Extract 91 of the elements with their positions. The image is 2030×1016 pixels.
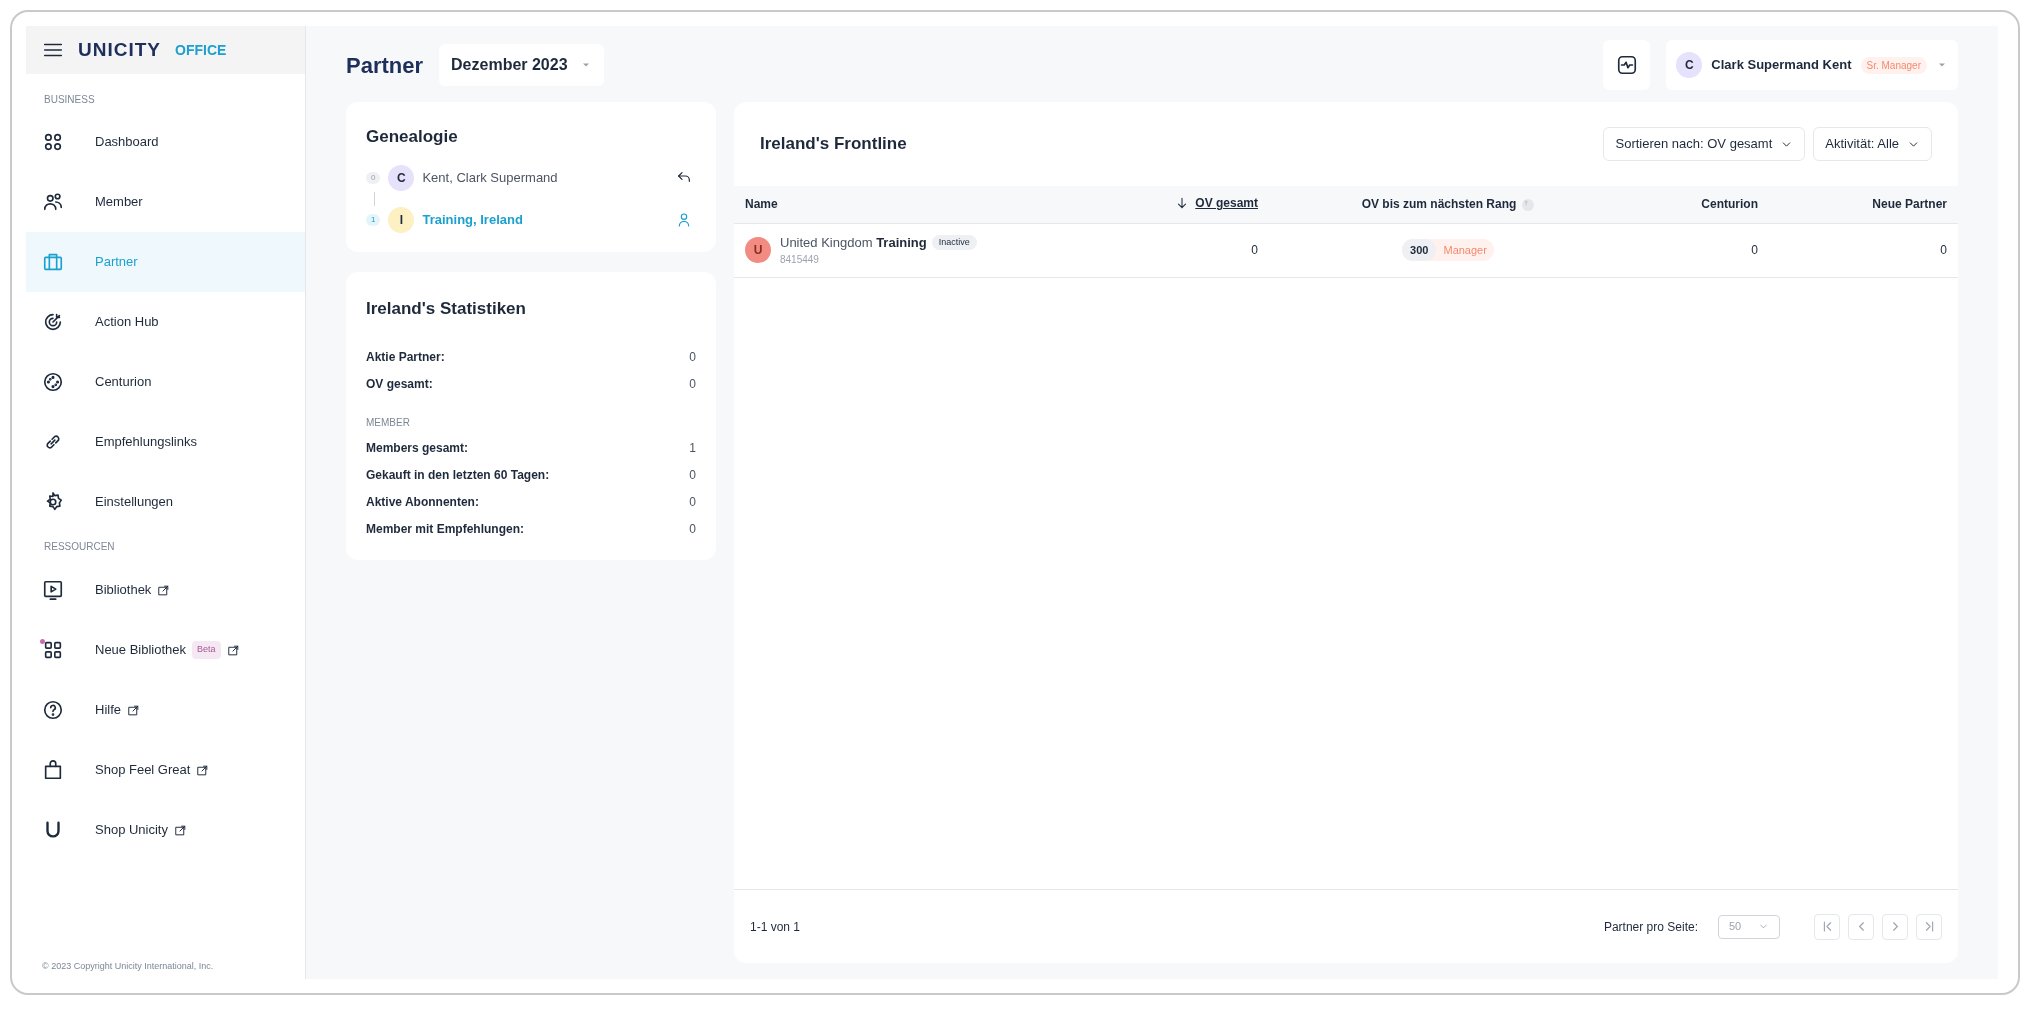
sidebar-item[interactable]: Action Hub bbox=[26, 292, 305, 352]
page-title: Partner bbox=[346, 51, 424, 80]
sidebar-item[interactable]: Centurion bbox=[26, 352, 305, 412]
activity-icon bbox=[1615, 54, 1638, 76]
table-cell: 0 bbox=[1638, 223, 1758, 277]
partner-name[interactable]: United Kingdom Training bbox=[780, 232, 927, 253]
activity-filter[interactable]: Aktivität: Alle bbox=[1813, 127, 1932, 161]
person-avatar: C bbox=[388, 164, 415, 191]
stat-value: 0 bbox=[689, 493, 696, 511]
item-label: Partner bbox=[95, 253, 138, 272]
item-label: Neue Bibliothek bbox=[95, 641, 187, 660]
stat-value: 0 bbox=[689, 520, 696, 538]
beta-badge: Beta bbox=[192, 641, 221, 659]
stat-label: Members gesamt: bbox=[366, 439, 469, 457]
last-page-button[interactable] bbox=[1916, 913, 1942, 940]
card-title: Genealogie bbox=[366, 126, 459, 148]
person-name[interactable]: Kent, Clark Supermand bbox=[422, 167, 668, 188]
next-page-button[interactable] bbox=[1882, 913, 1908, 940]
column-header: Centurion bbox=[1638, 186, 1758, 223]
stat-label: Aktie Partner: bbox=[366, 348, 445, 366]
card-title: Ireland's Frontline bbox=[760, 133, 908, 156]
briefcase-icon bbox=[42, 251, 64, 273]
item-label: Dashboard bbox=[95, 133, 159, 152]
item-label: Member bbox=[95, 193, 143, 212]
column-header: Name bbox=[734, 186, 1138, 223]
person-avatar: I bbox=[388, 206, 415, 233]
stat-value: 0 bbox=[689, 466, 696, 484]
copyright-text: © 2023 Copyright Unicity International, Inc. bbox=[41, 959, 215, 973]
stat-label: Gekauft in den letzten 60 Tagen: bbox=[366, 466, 550, 484]
table-cell: 0 bbox=[1758, 223, 1958, 277]
people-icon bbox=[42, 191, 64, 213]
level-badge: 0 bbox=[366, 171, 381, 184]
item-label: Centurion bbox=[95, 373, 152, 392]
item-label: Empfehlungslinks bbox=[95, 433, 197, 452]
target-icon bbox=[42, 311, 64, 333]
sidebar-item[interactable]: Neue Bibliothek Beta bbox=[26, 620, 305, 680]
product-name: OFFICE bbox=[175, 40, 227, 60]
stat-value: 0 bbox=[689, 375, 696, 393]
dial-icon bbox=[42, 371, 64, 393]
stat-value: 0 bbox=[689, 348, 696, 366]
first-page-button[interactable] bbox=[1814, 913, 1840, 940]
partner-id: 8415449 bbox=[780, 253, 820, 268]
apps-icon bbox=[42, 639, 64, 661]
sidebar-item[interactable]: Einstellungen bbox=[26, 472, 305, 532]
help-icon bbox=[42, 699, 64, 721]
section-heading: RESSOURCEN bbox=[43, 539, 116, 554]
item-label: Action Hub bbox=[95, 313, 159, 332]
rank-badge: Sr. Manager bbox=[1860, 56, 1927, 74]
sort-dropdown[interactable]: Sortieren nach: OV gesamt bbox=[1603, 127, 1806, 161]
grid-icon bbox=[42, 131, 64, 153]
section-heading: BUSINESS bbox=[43, 92, 96, 107]
user-name: Clark Supermand Kent bbox=[1711, 56, 1852, 75]
card-title: Ireland's Statistiken bbox=[366, 297, 527, 320]
activity-button[interactable] bbox=[1603, 40, 1651, 90]
volume-badge: 300 bbox=[1402, 238, 1437, 262]
item-label: Hilfe bbox=[95, 701, 121, 720]
shopping-bag-icon bbox=[42, 759, 64, 781]
sidebar-item[interactable]: Dashboard bbox=[26, 112, 305, 172]
rank-label: Manager bbox=[1442, 242, 1488, 258]
column-header: OV bis zum nächsten Rang bbox=[1258, 186, 1638, 223]
previous-page-button[interactable] bbox=[1848, 913, 1874, 940]
item-label: Shop Feel Great bbox=[95, 761, 191, 780]
per-page-label: Partner pro Seite: bbox=[1603, 918, 1698, 936]
item-label: Bibliothek bbox=[95, 581, 152, 600]
stat-label: OV gesamt: bbox=[366, 375, 433, 393]
item-label: Shop Unicity bbox=[95, 821, 168, 840]
video-icon bbox=[42, 579, 64, 601]
stat-label: Aktive Abonnenten: bbox=[366, 493, 479, 511]
sidebar-item[interactable]: Member bbox=[26, 172, 305, 232]
column-header[interactable]: OV gesamt bbox=[1138, 186, 1258, 223]
person-icon bbox=[676, 211, 692, 228]
sidebar-item[interactable]: Hilfe bbox=[26, 680, 305, 740]
sidebar-item[interactable]: Bibliothek bbox=[26, 560, 305, 620]
pagination-range: 1-1 von 1 bbox=[750, 918, 802, 936]
stat-label: Member mit Empfehlungen: bbox=[366, 520, 524, 538]
stat-value: 1 bbox=[689, 439, 696, 457]
help-icon bbox=[1522, 199, 1535, 212]
person-avatar: U bbox=[745, 237, 771, 263]
sidebar-item[interactable]: Shop Unicity bbox=[26, 800, 305, 860]
status-badge: Inactive bbox=[931, 234, 977, 251]
sidebar-item[interactable]: Empfehlungslinks bbox=[26, 412, 305, 472]
user-avatar: C bbox=[1676, 52, 1703, 78]
brand-logo: UNICITY bbox=[78, 37, 161, 62]
column-header: Neue Partner bbox=[1758, 186, 1958, 223]
period-dropdown[interactable]: Dezember 2023 bbox=[439, 44, 604, 86]
sidebar-item[interactable]: Shop Feel Great bbox=[26, 740, 305, 800]
item-label: Einstellungen bbox=[95, 493, 174, 512]
level-badge: 1 bbox=[366, 213, 381, 226]
user-menu[interactable]: C Clark Supermand Kent Sr. Manager bbox=[1666, 40, 1958, 90]
section-heading: MEMBER bbox=[366, 416, 411, 430]
table-cell: 0 bbox=[1138, 223, 1258, 277]
